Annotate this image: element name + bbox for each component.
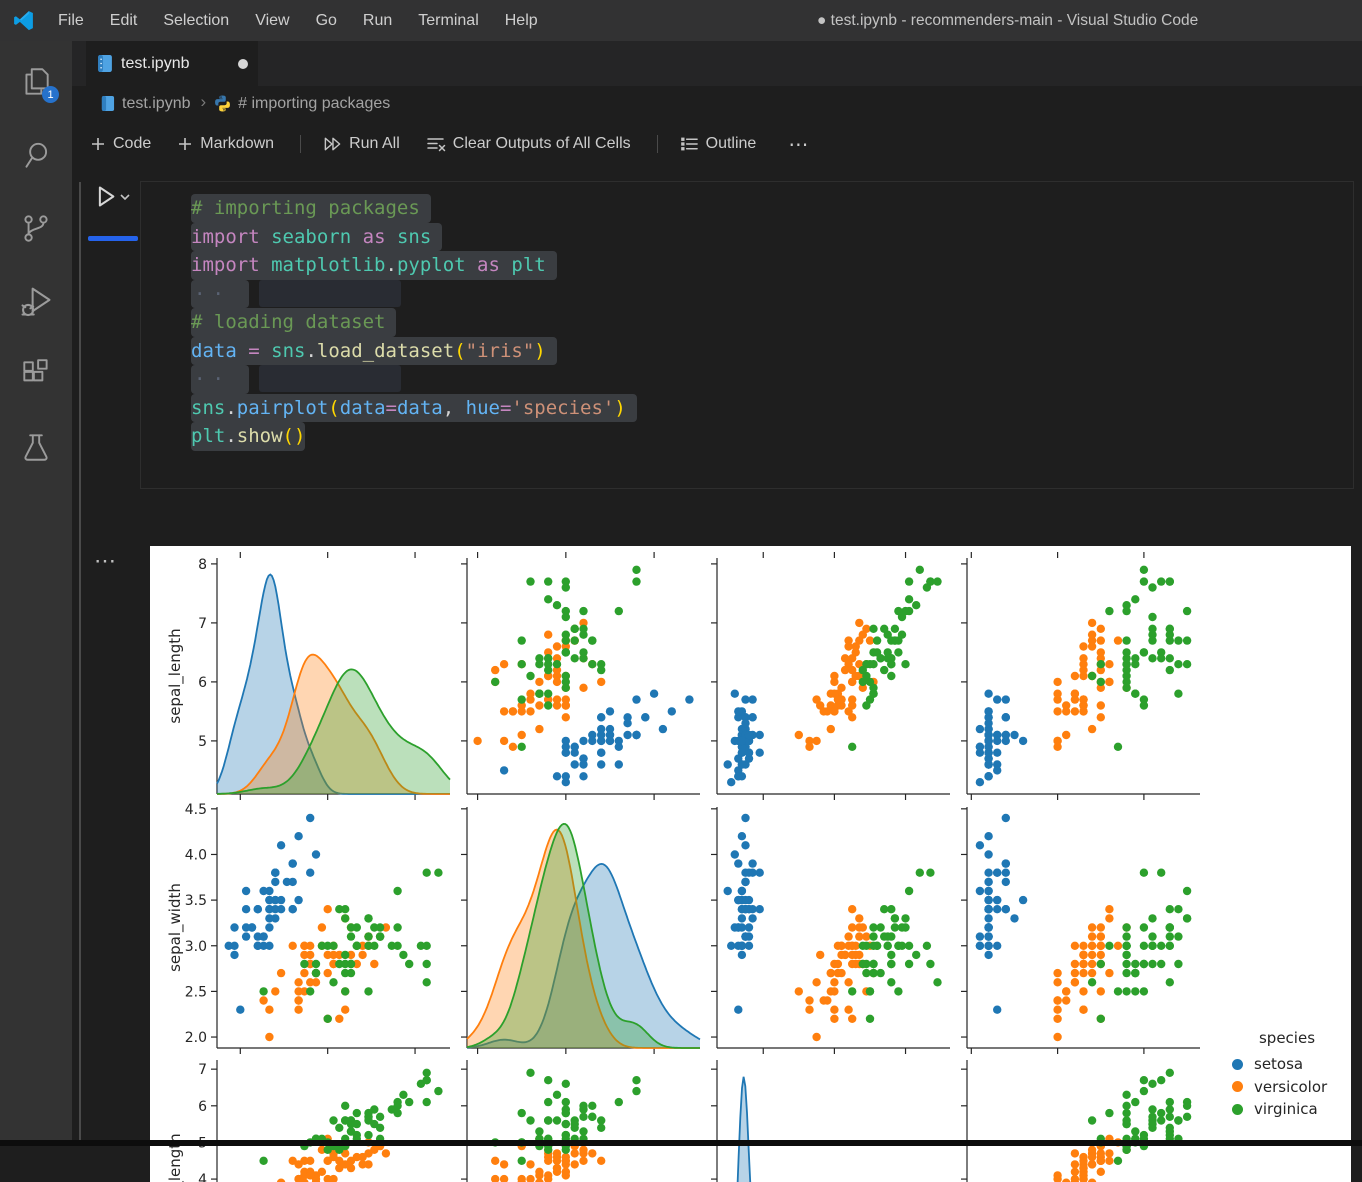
notebook-icon [100,95,115,112]
breadcrumb-file[interactable]: test.ipynb [122,95,190,113]
svg-text:3.0: 3.0 [185,939,207,955]
cell-output-pairplot: 5 6 7 8 sepal_length 2.0 2.5 3.0 3.5 4.0 4.5 sepal_… [150,546,1351,1182]
cell-execution-progress-bar [88,236,138,241]
explorer-button[interactable]: 1 [0,45,72,118]
svg-text:3.5: 3.5 [185,893,207,909]
menu-bar: File Edit Selection View Go Run Terminal… [45,0,551,41]
legend-entry-versicolor: versicolor [1212,1076,1351,1099]
window-title: ● test.ipynb - recommenders-main - Visua… [817,0,1198,41]
source-control-button[interactable] [0,191,72,264]
menu-view[interactable]: View [242,0,302,41]
legend-dot-icon [1232,1081,1243,1092]
chevron-down-icon[interactable] [119,191,131,203]
legend-label: setosa [1254,1055,1303,1073]
legend-entry-setosa: setosa [1212,1053,1351,1076]
run-debug-button[interactable] [0,264,72,337]
svg-text:6: 6 [198,1099,207,1115]
code-line[interactable]: ·· [191,280,1353,309]
svg-text:sepal_width: sepal_width [166,883,185,972]
notebook-icon [96,54,113,73]
menu-file[interactable]: File [45,0,97,41]
notebook-cell-list: # importing packagesimport seaborn as sn… [72,167,1362,1146]
code-line[interactable]: import matplotlib.pyplot as plt [191,251,1353,280]
breadcrumb-cell[interactable]: # importing packages [238,95,390,113]
clear-outputs-icon [426,135,446,153]
source-control-icon [19,211,53,245]
outline-icon [680,135,699,153]
title-bar: File Edit Selection View Go Run Terminal… [0,0,1362,41]
svg-text:4.5: 4.5 [185,802,207,818]
svg-text:4.0: 4.0 [185,847,207,863]
code-line[interactable]: sns.pairplot(data=data, hue='species') [191,394,1353,423]
code-line[interactable]: # loading dataset [191,308,1353,337]
code-line[interactable]: plt.show() [191,422,1353,451]
extensions-button[interactable] [0,337,72,410]
more-actions-button[interactable]: ⋯ [788,132,810,157]
search-button[interactable] [0,118,72,191]
tab-label: test.ipynb [121,55,238,73]
run-debug-icon [18,283,54,319]
editor-area: test.ipynb test.ipynb › # importing pack… [72,41,1362,1146]
outline-button[interactable]: Outline [680,135,757,153]
explorer-badge: 1 [42,86,59,103]
svg-text:8: 8 [198,557,207,573]
dirty-indicator-icon[interactable] [238,59,248,69]
code-line[interactable]: # importing packages [191,194,1353,223]
plus-icon [177,136,193,152]
legend-title: species [1212,1029,1351,1047]
window-bottom-edge [0,1140,1362,1146]
legend-entry-virginica: virginica [1212,1098,1351,1121]
play-icon [92,183,119,210]
chevron-right-icon: › [200,92,206,112]
notebook-toolbar: Code Markdown Run All Clear Outputs of A… [72,121,1362,167]
testing-icon [19,430,53,464]
breadcrumb: test.ipynb › # importing packages [72,86,1362,121]
code-line[interactable]: import seaborn as sns [191,223,1353,252]
menu-help[interactable]: Help [492,0,551,41]
svg-text:7: 7 [198,616,207,632]
menu-go[interactable]: Go [303,0,350,41]
menu-run[interactable]: Run [350,0,405,41]
code-cell[interactable]: # importing packagesimport seaborn as sn… [140,181,1354,489]
clear-outputs-button[interactable]: Clear Outputs of All Cells [426,135,631,153]
vscode-logo-icon [12,9,35,32]
cell-focus-indicator [79,182,81,1146]
add-code-cell-button[interactable]: Code [90,135,151,153]
menu-selection[interactable]: Selection [150,0,242,41]
toolbar-separator [300,135,301,153]
tab-strip: test.ipynb [72,41,1362,86]
run-cell-button[interactable] [92,183,131,210]
run-all-icon [323,135,342,153]
svg-text:2.0: 2.0 [185,1030,207,1046]
plus-icon [90,136,106,152]
legend-dot-icon [1232,1059,1243,1070]
extensions-icon [19,357,53,391]
pairplot-figure: 5 6 7 8 sepal_length 2.0 2.5 3.0 3.5 4.0 4.5 sepal_… [150,546,1351,1182]
legend-label: virginica [1254,1100,1318,1118]
plot-legend: species setosa versicolor virginica [1212,1029,1351,1121]
menu-terminal[interactable]: Terminal [405,0,491,41]
menu-edit[interactable]: Edit [97,0,151,41]
python-icon [214,95,231,112]
code-editor[interactable]: # importing packagesimport seaborn as sn… [141,182,1353,451]
add-markdown-cell-button[interactable]: Markdown [177,135,274,153]
tab-test-ipynb[interactable]: test.ipynb [86,41,258,86]
output-more-actions-button[interactable]: ⋯ [94,548,117,574]
search-icon [19,138,53,172]
svg-text:2.5: 2.5 [185,984,207,1000]
code-line[interactable]: data = sns.load_dataset("iris") [191,337,1353,366]
svg-text:5: 5 [198,734,207,750]
svg-text:sepal_length: sepal_length [166,628,185,723]
svg-text:6: 6 [198,675,207,691]
svg-text:4: 4 [198,1172,207,1182]
legend-label: versicolor [1254,1078,1327,1096]
activity-bar: 1 [0,41,72,1146]
svg-text:7: 7 [198,1062,207,1078]
legend-dot-icon [1232,1104,1243,1115]
code-line[interactable]: ·· [191,365,1353,394]
run-all-button[interactable]: Run All [323,135,400,153]
toolbar-separator [657,135,658,153]
testing-button[interactable] [0,410,72,483]
